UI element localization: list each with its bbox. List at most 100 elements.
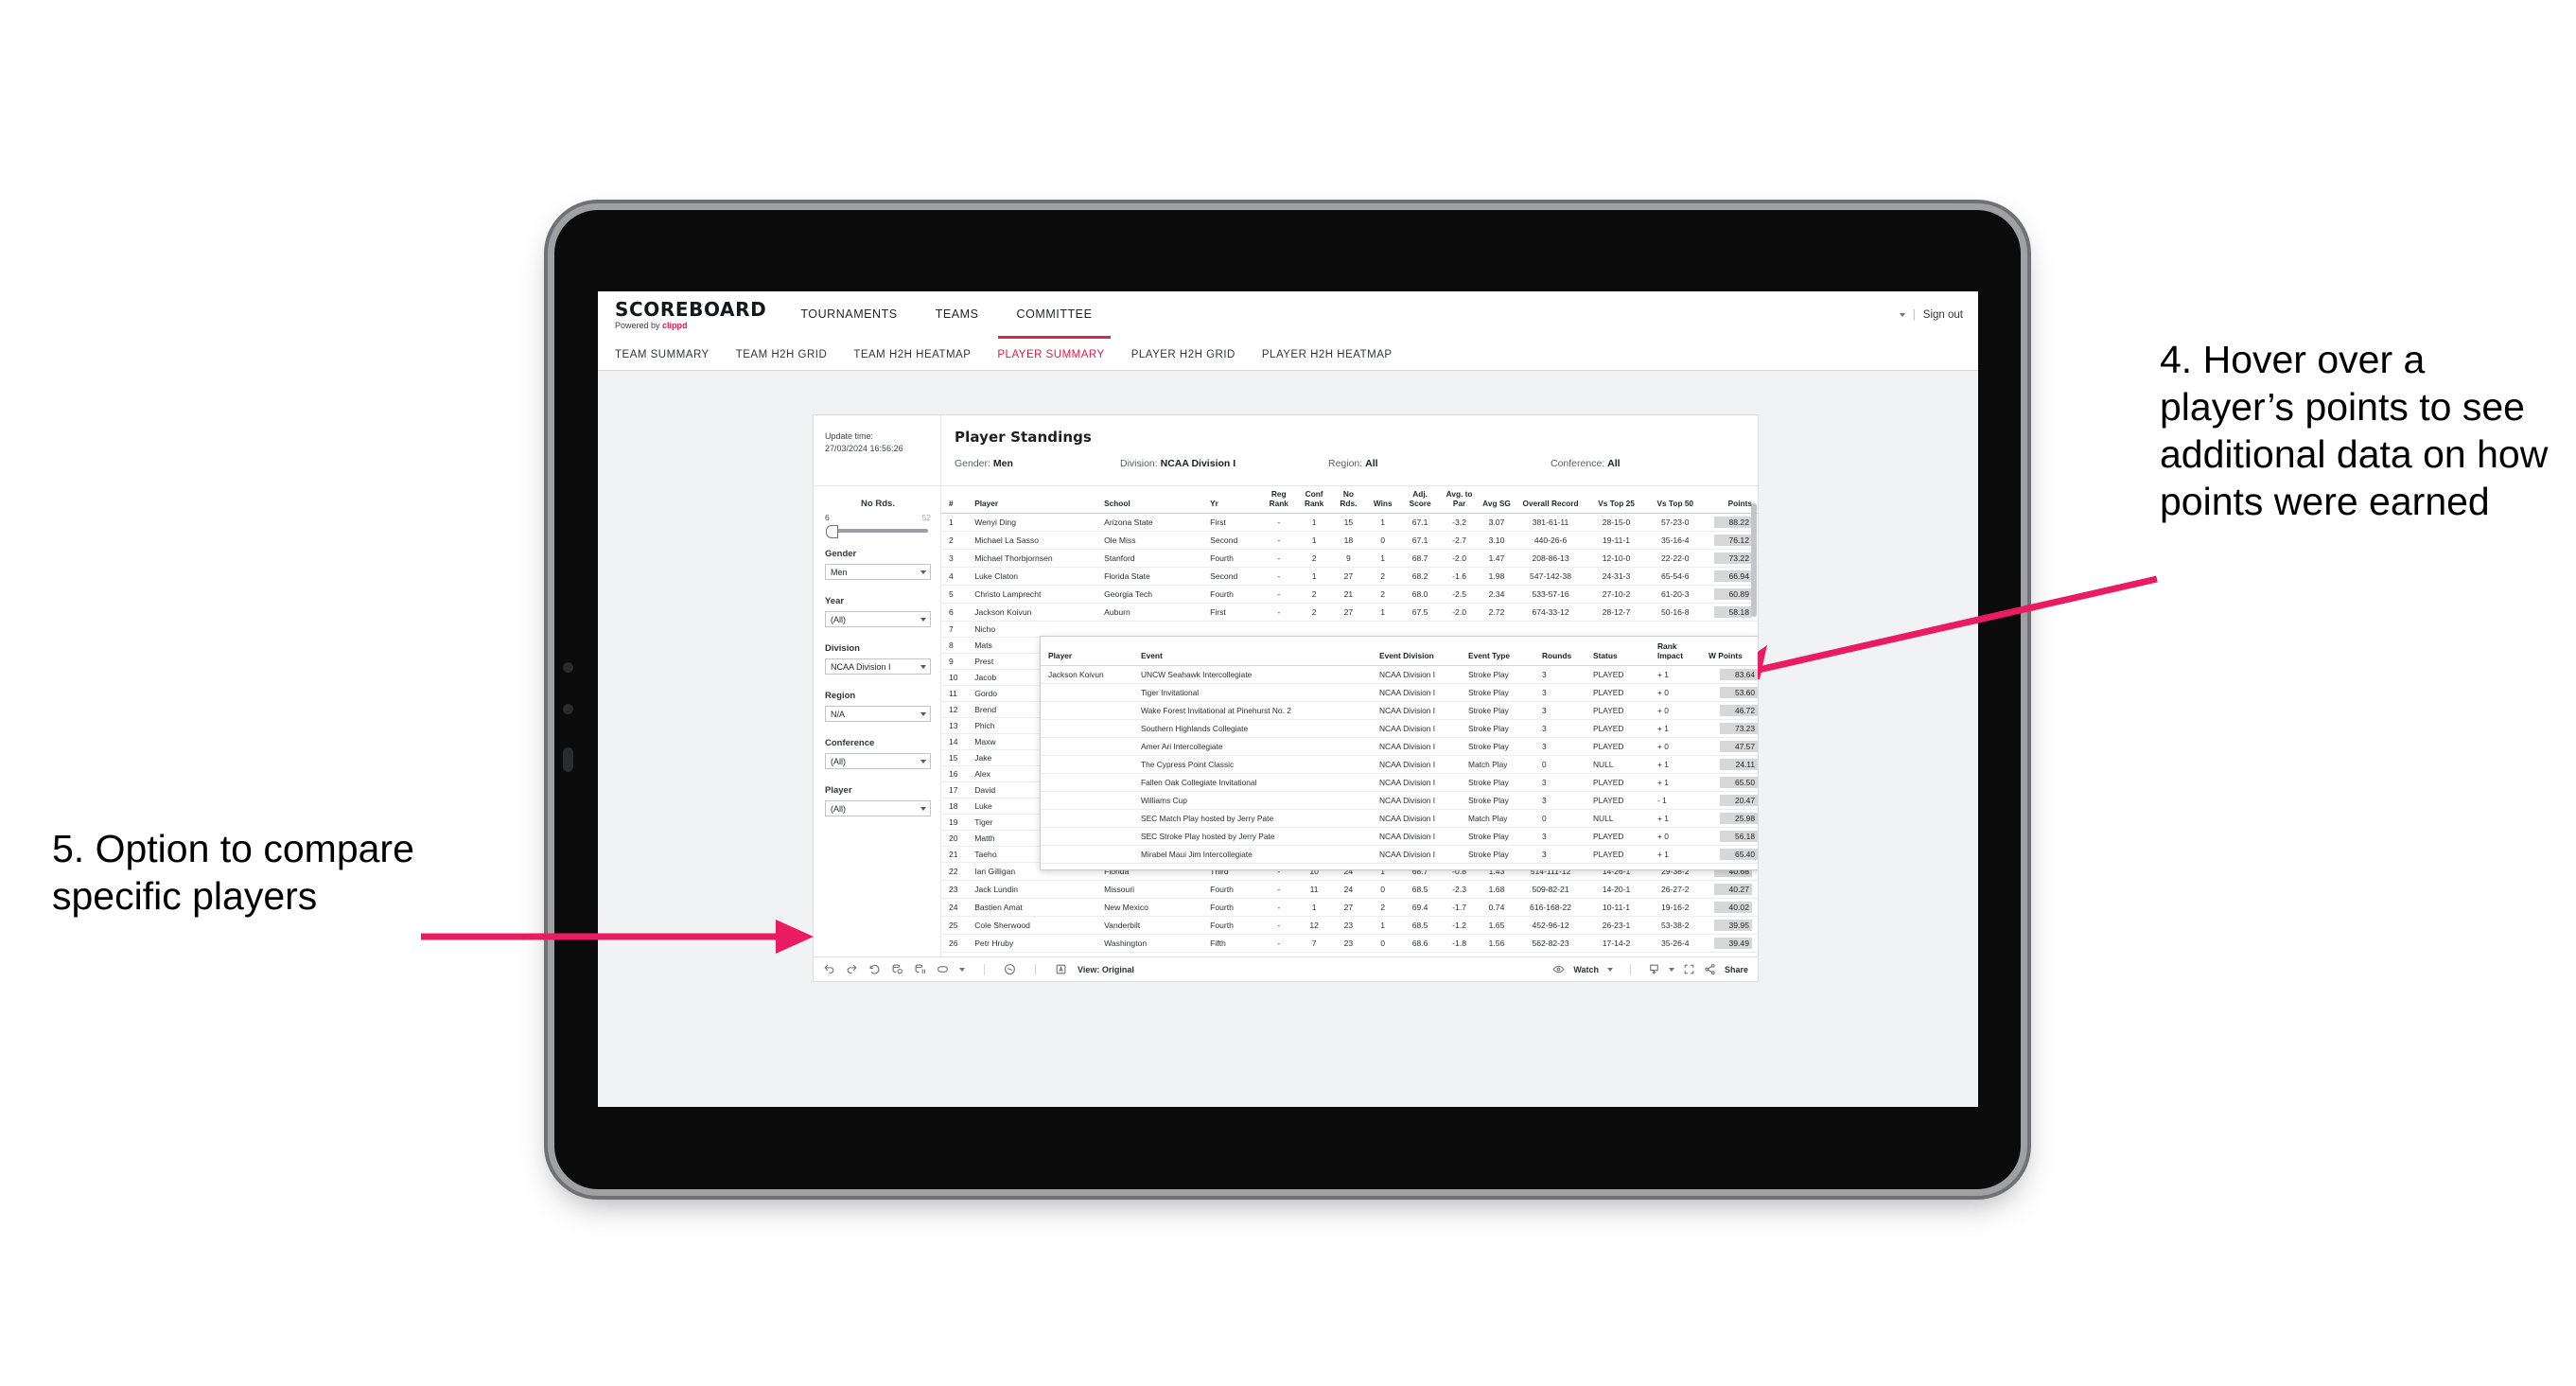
tab-player-summary[interactable]: PLAYER SUMMARY — [997, 349, 1104, 360]
col-points[interactable]: Points — [1704, 486, 1758, 515]
filter-gender-select[interactable]: Men — [825, 564, 931, 580]
tip-col-player: Player — [1041, 637, 1138, 667]
download-icon[interactable] — [1648, 963, 1660, 975]
brand-logo[interactable]: SCOREBOARD Powered by clippd — [598, 291, 781, 339]
chevron-down-icon[interactable] — [1606, 967, 1613, 972]
cell-points[interactable]: 66.94 — [1704, 567, 1758, 587]
vertical-scrollbar[interactable] — [1751, 503, 1757, 617]
cell-rank: 25 — [941, 916, 973, 936]
cell-points[interactable]: 40.02 — [1704, 898, 1758, 918]
range-slider-handle[interactable] — [826, 525, 838, 538]
filter-year-select[interactable]: (All) — [825, 611, 931, 627]
table-row[interactable]: 1 Wenyi Ding Arizona State First -1 15 1 67.1 -3… — [941, 513, 1758, 533]
pause-auto-updates-icon[interactable] — [914, 963, 926, 975]
revert-icon[interactable] — [868, 963, 881, 975]
table-row[interactable]: 23 Jack Lundin Missouri Fourth -11 24 0 68.5 -2.… — [941, 880, 1758, 900]
col-rank[interactable]: # — [941, 486, 973, 515]
cell-avg_sg: 1.68 — [1479, 880, 1515, 900]
view-original-label[interactable]: View: Original — [1078, 965, 1134, 974]
tip-cell-event: SEC Match Play hosted by Jerry Pate — [1138, 809, 1376, 829]
brand-subtitle: Powered by clippd — [615, 322, 766, 330]
tip-cell-rank_impact: + 0 — [1655, 737, 1706, 757]
share-icon[interactable] — [1704, 963, 1716, 975]
refresh-data-icon[interactable] — [891, 963, 903, 975]
filter-gender: Gender Men — [825, 549, 931, 580]
view-icon[interactable] — [1055, 963, 1067, 975]
cell-points[interactable]: 60.89 — [1704, 585, 1758, 605]
table-row[interactable]: 24 Bastien Amat New Mexico Fourth -1 27 2 69.4-… — [941, 898, 1758, 918]
undo-icon[interactable] — [823, 963, 835, 975]
table-row[interactable]: 5 Christo Lamprecht Georgia Tech Fourth -2 21… — [941, 585, 1758, 605]
cell-points[interactable]: 76.12 — [1704, 531, 1758, 551]
col-yr[interactable]: Yr — [1208, 486, 1262, 515]
table-row[interactable]: 7 Nicho — [941, 621, 1758, 639]
cell-avg_to_par: -2.5 — [1439, 585, 1480, 605]
nav-item-committee[interactable]: COMMITTEE — [997, 291, 1112, 339]
redo-icon[interactable] — [846, 963, 858, 975]
range-slider-track[interactable] — [826, 525, 928, 538]
table-row[interactable]: 3 Michael Thorbjornsen Stanford Fourth -2 9 1 6… — [941, 549, 1758, 569]
cell-points[interactable]: 39.95 — [1704, 916, 1758, 936]
table-row[interactable]: 26 Petr Hruby Washington Fifth -7 23 0 68.6 -1.8… — [941, 934, 1758, 954]
filter-player-select[interactable]: (All) — [825, 800, 931, 816]
table-row[interactable]: 2 Michael La Sasso Ole Miss Second -1 18 0 67.1… — [941, 531, 1758, 551]
tip-cell-status: PLAYED — [1590, 683, 1655, 703]
col-conf-rank[interactable]: Conf Rank — [1296, 486, 1332, 515]
sign-out-link[interactable]: Sign out — [1923, 309, 1963, 321]
cell-rank: 1 — [941, 513, 973, 533]
filter-panel: No Rds. 6 52 Gender Men Year (All) Divis… — [814, 486, 941, 956]
cell-points[interactable] — [1704, 621, 1758, 639]
filter-division-value: NCAA Division I — [831, 661, 891, 672]
tab-player-h2h-grid[interactable]: PLAYER H2H GRID — [1131, 349, 1235, 360]
nav-item-teams[interactable]: TEAMS — [917, 291, 998, 339]
col-reg-rank[interactable]: Reg Rank — [1261, 486, 1297, 515]
col-vs-top-25[interactable]: Vs Top 25 — [1586, 486, 1646, 515]
col-no-rds[interactable]: No Rds. — [1331, 486, 1366, 515]
chevron-down-icon[interactable] — [959, 967, 965, 972]
table-row[interactable]: 25 Cole Sherwood Vanderbilt Fourth -12 23 1 68.… — [941, 916, 1758, 936]
tip-col-w-points: W Points — [1706, 637, 1758, 667]
filter-division-select[interactable]: NCAA Division I — [825, 658, 931, 675]
cell-adj_score: 68.7 — [1400, 549, 1440, 569]
tab-player-h2h-heatmap[interactable]: PLAYER H2H HEATMAP — [1262, 349, 1393, 360]
col-wins[interactable]: Wins — [1365, 486, 1401, 515]
col-player[interactable]: Player — [973, 486, 1103, 515]
filter-gender-value: Men — [831, 567, 848, 577]
share-label[interactable]: Share — [1725, 965, 1748, 974]
tab-team-summary[interactable]: TEAM SUMMARY — [615, 349, 710, 360]
cell-yr: Fifth — [1208, 934, 1262, 954]
alerts-icon[interactable] — [1004, 963, 1016, 975]
table-row[interactable]: 4 Luke Claton Florida State Second -1 27 2 68.2… — [941, 567, 1758, 587]
cell-avg_to_par: -1.2 — [1439, 916, 1480, 936]
table-row[interactable]: 6 Jackson Koivun Auburn First -2 27 1 67.5 -2.0 2… — [941, 603, 1758, 623]
chevron-down-icon[interactable] — [1899, 313, 1905, 317]
tab-team-h2h-grid[interactable]: TEAM H2H GRID — [736, 349, 828, 360]
chevron-down-icon[interactable] — [1668, 967, 1674, 972]
filter-conference-select[interactable]: (All) — [825, 753, 931, 769]
cell-vs_top_25: 27-10-2 — [1586, 585, 1646, 605]
col-avg-to-par[interactable]: Avg. to Par — [1439, 486, 1480, 515]
col-avg-sg[interactable]: Avg SG — [1479, 486, 1515, 515]
col-overall-record[interactable]: Overall Record — [1514, 486, 1587, 515]
filter-region-select[interactable]: N/A — [825, 706, 931, 722]
watch-eye-icon[interactable] — [1552, 963, 1565, 975]
tab-team-h2h-heatmap[interactable]: TEAM H2H HEATMAP — [853, 349, 971, 360]
cell-points[interactable]: 58.18 — [1704, 603, 1758, 623]
cell-yr — [1208, 621, 1262, 639]
col-adj-score[interactable]: Adj. Score — [1400, 486, 1440, 515]
cell-points[interactable]: 88.22 — [1704, 513, 1758, 533]
fullscreen-icon[interactable] — [1683, 963, 1695, 975]
cell-overall_record: 533-57-16 — [1514, 585, 1587, 605]
watch-label[interactable]: Watch — [1573, 965, 1599, 974]
nav-item-tournaments[interactable]: TOURNAMENTS — [781, 291, 916, 339]
tooltip-row: Tiger Invitational NCAA Division I Stroke … — [1041, 683, 1758, 703]
col-vs-top-50[interactable]: Vs Top 50 — [1645, 486, 1705, 515]
highlight-icon[interactable] — [937, 963, 949, 975]
col-school[interactable]: School — [1102, 486, 1209, 515]
cell-points[interactable]: 39.49 — [1704, 934, 1758, 954]
tip-cell-status: PLAYED — [1590, 827, 1655, 847]
cell-points[interactable]: 40.27 — [1704, 880, 1758, 900]
cell-vs_top_25: 17-14-2 — [1586, 934, 1646, 954]
sheet-header: Update time: 27/03/2024 16:56:26 Player … — [814, 415, 1758, 486]
cell-points[interactable]: 73.22 — [1704, 549, 1758, 569]
